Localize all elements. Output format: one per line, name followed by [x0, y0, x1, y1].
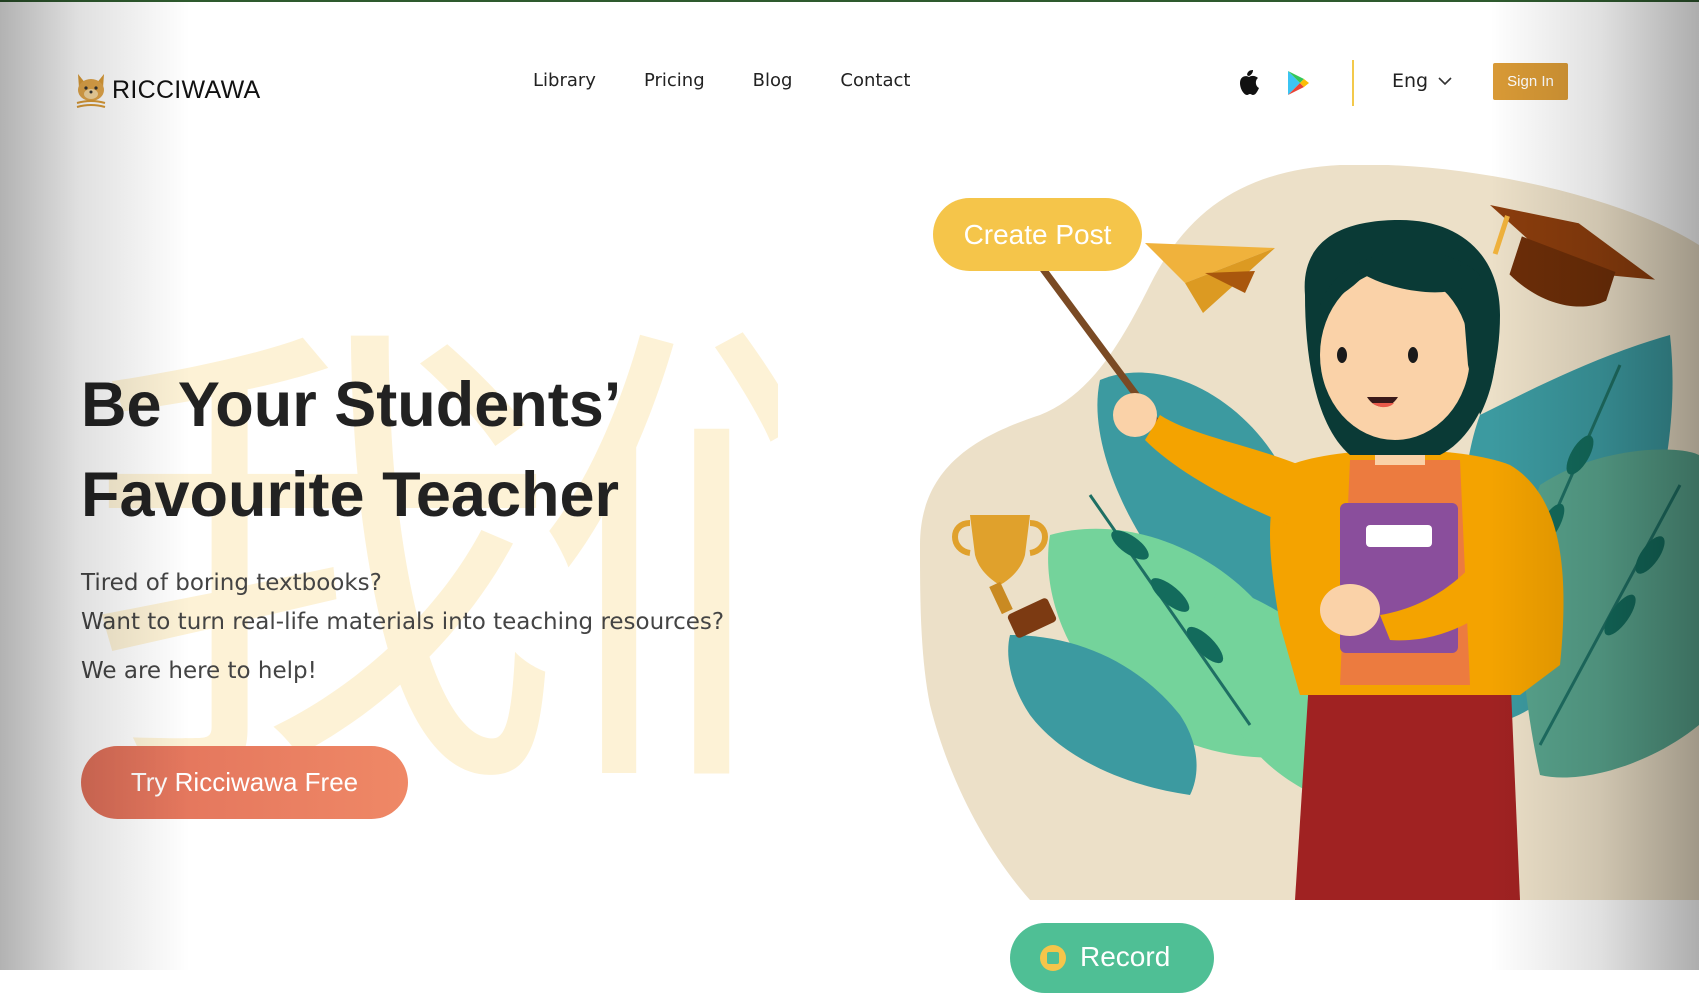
record-icon: [1040, 945, 1066, 971]
hero-title-line-1: Be Your Students’: [81, 370, 622, 440]
hero-title-line-2: Favourite Teacher: [81, 460, 620, 530]
chevron-down-icon: [1438, 77, 1452, 86]
nav-library[interactable]: Library: [533, 70, 596, 91]
header-divider: [1352, 60, 1354, 106]
fox-face-icon: [76, 74, 106, 108]
top-border: [0, 0, 1699, 2]
nav-contact[interactable]: Contact: [840, 70, 910, 91]
teacher-illustration: [920, 165, 1699, 900]
record-label: Record: [1080, 941, 1171, 972]
app-store-link[interactable]: [1234, 68, 1264, 98]
nav-pricing[interactable]: Pricing: [644, 70, 705, 91]
language-selector[interactable]: Eng: [1392, 70, 1452, 92]
hero-text-3: We are here to help!: [81, 658, 317, 684]
sign-in-button[interactable]: Sign In: [1493, 63, 1568, 100]
try-free-button[interactable]: Try Ricciwawa Free: [81, 746, 408, 819]
play-store-link[interactable]: [1283, 68, 1313, 98]
hero-text-1: Tired of boring textbooks?: [81, 570, 382, 596]
hero-text-2: Want to turn real-life materials into te…: [81, 609, 725, 635]
create-post-button[interactable]: Create Post: [933, 198, 1142, 271]
language-label: Eng: [1392, 70, 1429, 92]
brand-name: RICCIWAWA: [112, 75, 261, 104]
main-nav: Library Pricing Blog Contact: [533, 70, 910, 91]
record-button[interactable]: Record: [1010, 923, 1214, 993]
google-play-icon: [1288, 71, 1309, 95]
apple-icon: [1240, 70, 1259, 95]
hero-title: Be Your Students’ Favourite Teacher: [81, 360, 621, 540]
logo[interactable]: RICCIWAWA: [74, 70, 261, 110]
nav-blog[interactable]: Blog: [753, 70, 793, 91]
